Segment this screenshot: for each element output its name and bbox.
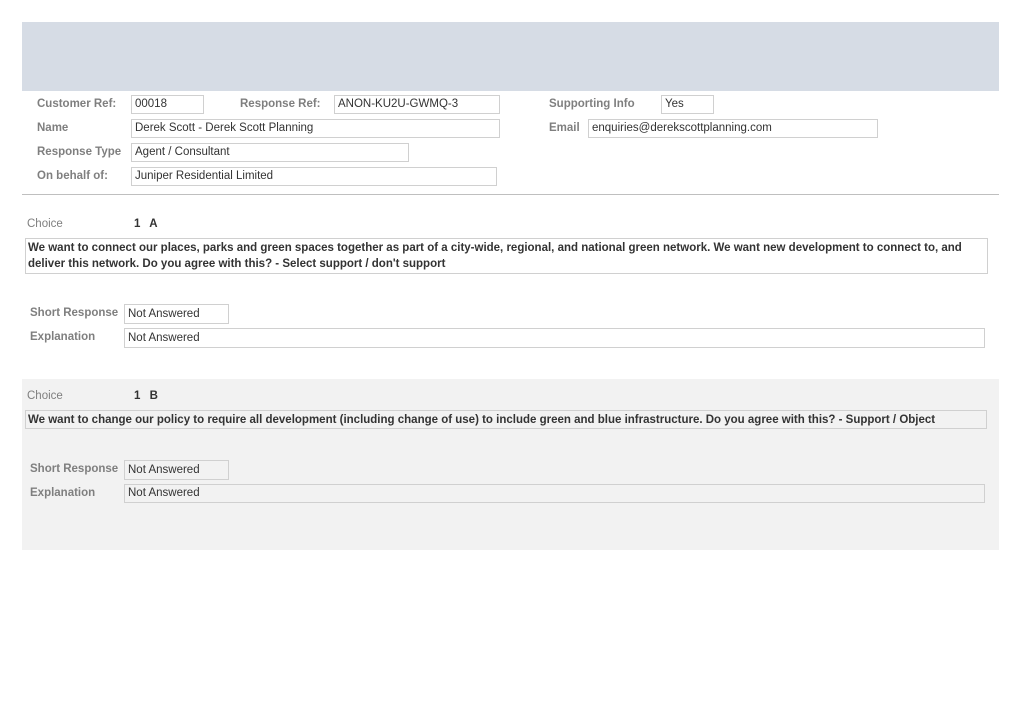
choice-a-explanation-field: Not Answered <box>124 328 985 348</box>
choice-b-explanation-field: Not Answered <box>124 484 985 503</box>
customer-ref-field: 00018 <box>131 95 204 114</box>
response-type-label: Response Type <box>37 146 122 158</box>
on-behalf-field: Juniper Residential Limited <box>131 167 497 186</box>
response-ref-field: ANON-KU2U-GWMQ-3 <box>334 95 500 114</box>
choice-a-short-response-label: Short Response <box>30 307 119 319</box>
choice-b-number: 1 <box>134 390 141 402</box>
choice-b-question: We want to change our policy to require … <box>25 410 987 429</box>
supporting-info-field: Yes <box>661 95 714 114</box>
header-band <box>22 22 999 91</box>
choice-a-explanation-label: Explanation <box>30 331 96 343</box>
choice-a-short-response-field: Not Answered <box>124 304 229 324</box>
email-field: enquiries@derekscottplanning.com <box>588 119 878 138</box>
response-ref-label: Response Ref: <box>240 98 321 110</box>
customer-ref-label: Customer Ref: <box>37 98 117 110</box>
name-label: Name <box>37 122 69 134</box>
choice-b-short-response-label: Short Response <box>30 463 119 475</box>
choice-a-question: We want to connect our places, parks and… <box>25 238 988 274</box>
response-type-field: Agent / Consultant <box>131 143 409 162</box>
choice-b-section: Choice 1 B We want to change our policy … <box>22 379 999 550</box>
choice-b-label: Choice <box>27 390 63 402</box>
choice-b-short-response-field: Not Answered <box>124 460 229 480</box>
choice-a-letter: A <box>149 218 158 230</box>
choice-b-letter: B <box>149 390 158 402</box>
on-behalf-label: On behalf of: <box>37 170 108 182</box>
choice-b-id: 1 B <box>134 387 158 405</box>
email-label: Email <box>549 122 580 134</box>
choice-b-explanation-label: Explanation <box>30 487 96 499</box>
choice-a-label: Choice <box>27 218 63 230</box>
supporting-info-label: Supporting Info <box>549 98 635 110</box>
name-field: Derek Scott - Derek Scott Planning <box>131 119 500 138</box>
header-divider <box>22 194 999 195</box>
choice-a-number: 1 <box>134 218 141 230</box>
choice-a-id: 1 A <box>134 215 158 233</box>
